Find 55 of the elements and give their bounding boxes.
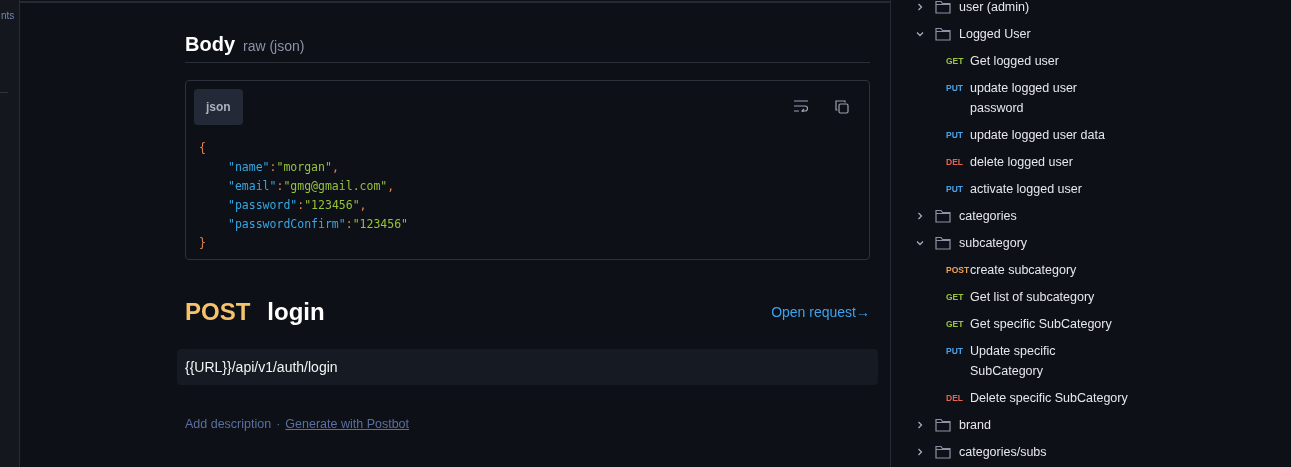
copy-icon[interactable] [835,100,849,114]
method-tag: PUT [946,77,970,98]
chevron-right-icon[interactable] [915,1,925,12]
method-tag: GET [946,286,970,307]
chevron-right-icon[interactable] [915,210,925,221]
code-line: "email":"gmg@gmail.com", [227,178,395,195]
folder-icon [935,444,951,459]
request-method: POST [185,298,251,326]
code-line: { [199,140,206,157]
request-item[interactable]: GET Get specific SubCategory [915,310,1291,337]
method-tag: PUT [946,124,970,145]
folder-row[interactable]: brand [915,411,1291,438]
folder-row[interactable]: subcategory [915,229,1291,256]
separator-dot: · [276,417,281,431]
folder-row[interactable]: user (admin) [915,0,1291,20]
code-line: "passwordConfirm":"123456" [227,216,409,233]
wrap-lines-icon[interactable] [793,100,809,112]
add-description-link[interactable]: Add description [185,417,272,431]
request-item[interactable]: PUT Update specific SubCategory [915,337,1291,384]
request-item[interactable]: DEL delete logged user [915,148,1291,175]
method-tag: DEL [946,151,970,172]
request-item[interactable]: GET Get list of subcategory [915,283,1291,310]
folder-row[interactable]: categories/subs [915,438,1291,465]
method-tag: POST [946,259,970,280]
open-request-link[interactable]: Open request→ [771,304,870,320]
folder-icon [935,208,951,223]
folder-icon [935,0,951,14]
request-item[interactable]: GET Get logged user [915,47,1291,74]
section-title: Body [185,33,235,56]
request-name: login [267,298,325,326]
language-badge: json [194,89,243,125]
folder-row[interactable]: categories [915,202,1291,229]
method-tag: PUT [946,178,970,199]
method-tag: DEL [946,387,970,408]
folder-row[interactable]: Logged User [915,20,1291,47]
request-item[interactable]: POSTcreate subcategory [915,256,1291,283]
folder-icon [935,235,951,250]
code-line: } [199,235,206,252]
code-line: "password":"123456", [227,197,367,214]
url-field[interactable]: {{URL}}/api/v1/auth/login [177,349,878,385]
folder-icon [935,417,951,432]
section-subtitle: raw (json) [243,38,305,54]
request-item[interactable]: PUT update logged user data [915,121,1291,148]
request-item[interactable]: DEL Delete specific SubCategory [915,384,1291,411]
method-tag: GET [946,313,970,334]
code-line: "name":"morgan", [227,159,339,176]
request-item[interactable]: PUT activate logged user [915,175,1291,202]
chevron-right-icon[interactable] [915,446,925,457]
chevron-right-icon[interactable] [915,419,925,430]
postbot-link[interactable]: Generate with Postbot [285,417,410,431]
method-tag: GET [946,50,970,71]
request-item[interactable]: PUT update logged user password [915,74,1291,121]
folder-icon [935,26,951,41]
method-tag: PUT [946,340,970,361]
nav-label[interactable]: nts [1,10,15,21]
